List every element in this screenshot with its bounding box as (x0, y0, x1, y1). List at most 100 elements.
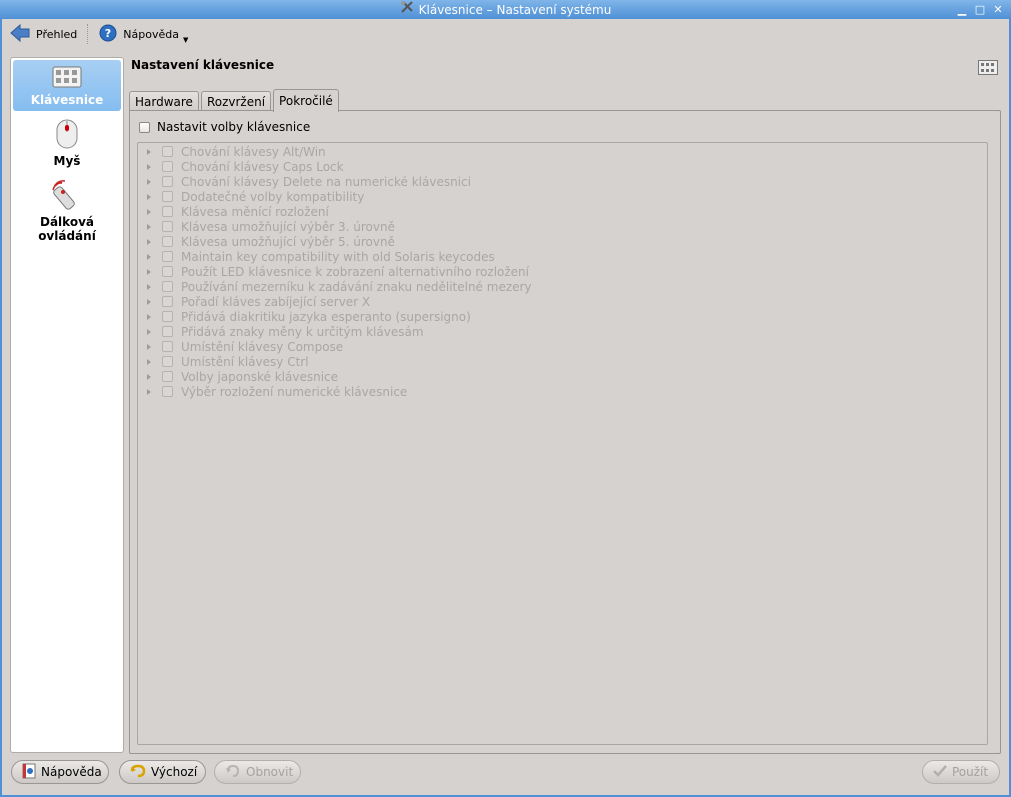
help-menu-label: Nápověda (123, 27, 179, 41)
expand-arrow-icon[interactable] (147, 358, 151, 365)
tab-hardware[interactable]: Hardware (129, 91, 199, 112)
option-group-checkbox[interactable] (162, 371, 173, 382)
option-group-row[interactable]: Chování klávesy Alt/Win (138, 144, 987, 159)
help-button[interactable]: Nápověda (11, 760, 109, 784)
expand-arrow-icon[interactable] (147, 253, 151, 260)
sidebar-item-keyboard[interactable]: Klávesnice (13, 60, 121, 111)
option-group-checkbox[interactable] (162, 206, 173, 217)
expand-arrow-icon[interactable] (147, 313, 151, 320)
option-group-row[interactable]: Klávesa umožňující výběr 3. úrovně (138, 219, 987, 234)
option-group-row[interactable]: Umístění klávesy Ctrl (138, 354, 987, 369)
checkbox[interactable] (139, 121, 150, 133)
options-tree: Chování klávesy Alt/Win Chování klávesy C… (137, 142, 988, 745)
option-group-checkbox[interactable] (162, 221, 173, 232)
mouse-icon (55, 119, 79, 152)
apply-button[interactable]: Použít (922, 760, 1000, 784)
back-arrow-icon (10, 23, 30, 45)
sidebar-item-remote-control[interactable]: Dálková ovládání (13, 174, 121, 247)
sidebar-item-mouse[interactable]: Myš (13, 113, 121, 172)
option-group-checkbox[interactable] (162, 281, 173, 292)
sidebar-item-label: Myš (53, 154, 81, 168)
option-group-checkbox[interactable] (162, 266, 173, 277)
option-group-row[interactable]: Klávesa umožňující výběr 5. úrovně (138, 234, 987, 249)
option-group-checkbox[interactable] (162, 161, 173, 172)
option-group-label: Dodatečné volby kompatibility (181, 189, 365, 204)
title-bar[interactable]: Klávesnice – Nastavení systému ▁ □ ✕ (0, 0, 1011, 19)
option-group-checkbox[interactable] (162, 191, 173, 202)
expand-arrow-icon[interactable] (147, 193, 151, 200)
window-title: Klávesnice – Nastavení systému (418, 2, 612, 17)
option-group-checkbox[interactable] (162, 386, 173, 397)
option-group-row[interactable]: Umístění klávesy Compose (138, 339, 987, 354)
option-group-checkbox[interactable] (162, 341, 173, 352)
option-group-row[interactable]: Chování klávesy Caps Lock (138, 159, 987, 174)
remote-control-icon (51, 180, 83, 213)
page-title: Nastavení klávesnice (131, 58, 275, 72)
reset-button[interactable]: Obnovit (214, 760, 301, 784)
tab-advanced[interactable]: Pokročilé (273, 89, 339, 112)
option-group-row[interactable]: Dodatečné volby kompatibility (138, 189, 987, 204)
keyboard-icon (978, 60, 998, 78)
expand-arrow-icon[interactable] (147, 388, 151, 395)
option-group-row[interactable]: Pořadí kláves zabíjející server X (138, 294, 987, 309)
option-group-row[interactable]: Výběr rozložení numerické klávesnice (138, 384, 987, 399)
expand-arrow-icon[interactable] (147, 223, 151, 230)
option-group-label: Klávesa umožňující výběr 5. úrovně (181, 234, 395, 249)
option-group-label: Použít LED klávesnice k zobrazení altern… (181, 264, 529, 279)
expand-arrow-icon[interactable] (147, 298, 151, 305)
dropdown-arrow-icon: ▼ (182, 36, 189, 44)
option-group-row[interactable]: Maintain key compatibility with old Sola… (138, 249, 987, 264)
help-button-label: Nápověda (41, 765, 102, 779)
option-group-checkbox[interactable] (162, 326, 173, 337)
option-group-row[interactable]: Volby japonské klávesnice (138, 369, 987, 384)
minimize-button[interactable]: ▁ (955, 0, 969, 19)
option-group-row[interactable]: Chování klávesy Delete na numerické kláv… (138, 174, 987, 189)
defaults-icon (130, 764, 146, 781)
option-group-label: Umístění klávesy Ctrl (181, 354, 309, 369)
option-group-checkbox[interactable] (162, 296, 173, 307)
option-group-row[interactable]: Klávesa měnící rozložení (138, 204, 987, 219)
sidebar-item-label: Klávesnice (30, 93, 104, 107)
option-group-checkbox[interactable] (162, 146, 173, 157)
expand-arrow-icon[interactable] (147, 328, 151, 335)
tab-layouts[interactable]: Rozvržení (200, 91, 272, 112)
keyboard-icon (52, 66, 82, 91)
option-group-row[interactable]: Přidává diakritiku jazyka esperanto (sup… (138, 309, 987, 324)
defaults-button[interactable]: Výchozí (119, 760, 206, 784)
option-group-row[interactable]: Přidává znaky měny k určitým klávesám (138, 324, 987, 339)
sidebar-item-label: Dálková ovládání (38, 215, 96, 243)
option-group-checkbox[interactable] (162, 176, 173, 187)
overview-button[interactable]: Přehled (2, 21, 85, 47)
maximize-button[interactable]: □ (973, 0, 987, 19)
expand-arrow-icon[interactable] (147, 163, 151, 170)
toolbar-separator (87, 24, 89, 44)
option-group-label: Chování klávesy Alt/Win (181, 144, 326, 159)
configure-keyboard-options-checkbox[interactable]: Nastavit volby klávesnice (139, 120, 310, 134)
help-icon: ? (99, 24, 117, 45)
expand-arrow-icon[interactable] (147, 283, 151, 290)
option-group-label: Klávesa umožňující výběr 3. úrovně (181, 219, 395, 234)
option-group-label: Pořadí kláves zabíjející server X (181, 294, 371, 309)
checkmark-icon (933, 764, 947, 780)
option-group-checkbox[interactable] (162, 311, 173, 322)
option-group-row[interactable]: Používání mezerníku k zadávání znaku ned… (138, 279, 987, 294)
option-group-checkbox[interactable] (162, 251, 173, 262)
expand-arrow-icon[interactable] (147, 268, 151, 275)
dialog-button-bar: Nápověda Výchozí Obnovit Použít (0, 760, 1011, 788)
expand-arrow-icon[interactable] (147, 343, 151, 350)
option-group-label: Používání mezerníku k zadávání znaku ned… (181, 279, 532, 294)
reset-icon (225, 764, 241, 781)
help-menu-button[interactable]: ? Nápověda ▼ (91, 21, 196, 47)
option-group-checkbox[interactable] (162, 236, 173, 247)
expand-arrow-icon[interactable] (147, 178, 151, 185)
option-group-row[interactable]: Použít LED klávesnice k zobrazení altern… (138, 264, 987, 279)
overview-label: Přehled (36, 27, 78, 41)
expand-arrow-icon[interactable] (147, 373, 151, 380)
expand-arrow-icon[interactable] (147, 208, 151, 215)
expand-arrow-icon[interactable] (147, 238, 151, 245)
option-group-checkbox[interactable] (162, 356, 173, 367)
option-group-label: Přidává znaky měny k určitým klávesám (181, 324, 424, 339)
option-group-label: Výběr rozložení numerické klávesnice (181, 384, 408, 399)
close-button[interactable]: ✕ (991, 0, 1005, 19)
expand-arrow-icon[interactable] (147, 148, 151, 155)
